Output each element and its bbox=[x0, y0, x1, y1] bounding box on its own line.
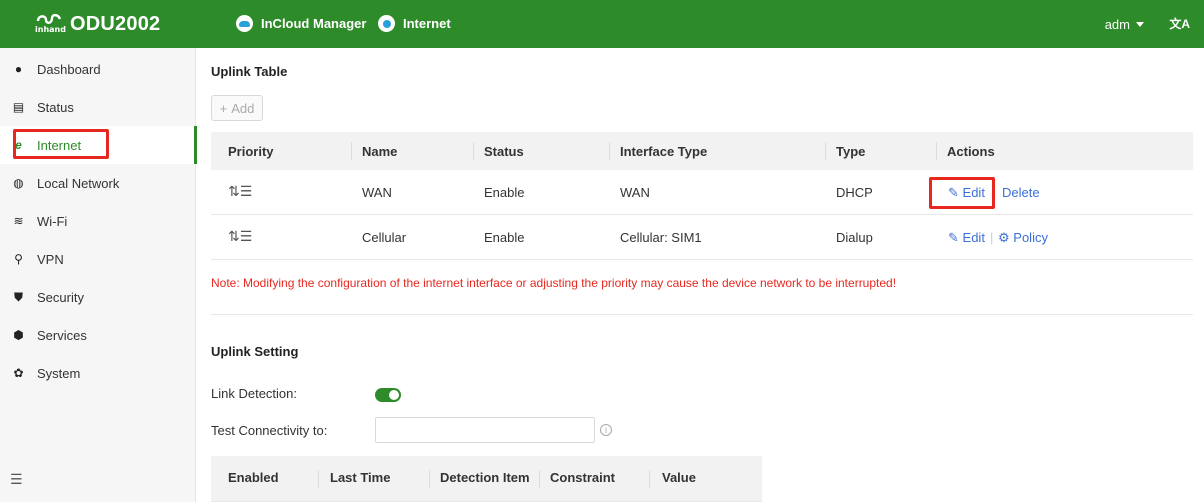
system-icon: ✿ bbox=[13, 366, 24, 380]
dashboard-icon: ● bbox=[14, 62, 23, 76]
col-name: Name bbox=[362, 143, 398, 159]
inhand-logo-icon: inhand bbox=[34, 12, 66, 36]
security-icon: ⛊ bbox=[13, 289, 23, 304]
sidebar-item-status[interactable]: ▤ Status bbox=[0, 88, 196, 126]
col-priority: Priority bbox=[228, 143, 274, 159]
test-connectivity-label: Test Connectivity to: bbox=[211, 423, 328, 438]
link-detection-label: Link Detection: bbox=[211, 386, 297, 401]
wifi-icon: ≋ bbox=[13, 214, 24, 228]
link-detection-toggle[interactable] bbox=[375, 388, 401, 402]
sidebar-item-wifi[interactable]: ≋ Wi-Fi bbox=[0, 202, 196, 240]
col-type: Type bbox=[836, 143, 866, 159]
local-network-icon: ◍ bbox=[13, 176, 24, 190]
cloud-icon bbox=[236, 15, 253, 32]
table-header: Priority Name Status Interface Type Type… bbox=[211, 132, 1193, 170]
vpn-icon: ⚲ bbox=[14, 252, 23, 266]
tab-incloud-manager[interactable]: InCloud Manager bbox=[236, 15, 366, 32]
device-name: ODU2002 bbox=[70, 12, 161, 35]
detection-table-header: Enabled Last Time Detection Item Constra… bbox=[211, 456, 762, 502]
col-interface-type: Interface Type bbox=[620, 143, 708, 159]
uplink-setting-title: Uplink Setting bbox=[211, 344, 299, 359]
highlight-internet bbox=[13, 129, 109, 159]
collapse-sidebar-icon[interactable]: ☰ bbox=[10, 471, 23, 488]
user-menu[interactable]: adm bbox=[1105, 17, 1144, 32]
table-row: ⇅☰ WAN Enable WAN DHCP ✎ Edit Delete bbox=[211, 170, 1193, 215]
sidebar-item-vpn[interactable]: ⚲ VPN bbox=[0, 240, 196, 278]
caret-down-icon bbox=[1136, 22, 1144, 27]
drag-handle-icon[interactable]: ⇅☰ bbox=[228, 183, 252, 200]
policy-cellular-button[interactable]: ⚙ Policy bbox=[998, 230, 1048, 246]
warning-note: Note: Modifying the configuration of the… bbox=[211, 276, 897, 290]
edit-cellular-button[interactable]: ✎ Edit bbox=[948, 230, 985, 246]
sidebar-item-security[interactable]: ⛊ Security bbox=[0, 278, 196, 316]
status-icon: ▤ bbox=[12, 100, 25, 114]
tab-internet[interactable]: Internet bbox=[378, 15, 451, 32]
services-icon: ⬢ bbox=[13, 328, 24, 342]
info-icon: i bbox=[600, 424, 612, 436]
table-row: ⇅☰ Cellular Enable Cellular: SIM1 Dialup… bbox=[211, 215, 1193, 260]
logo: inhand ODU2002 bbox=[34, 11, 160, 37]
col-actions: Actions bbox=[947, 143, 995, 159]
sidebar: ● Dashboard ▤ Status e Internet ◍ Local … bbox=[0, 48, 197, 502]
drag-handle-icon[interactable]: ⇅☰ bbox=[228, 228, 252, 245]
translate-icon[interactable]: 文A bbox=[1169, 15, 1190, 32]
delete-wan-button[interactable]: Delete bbox=[1002, 185, 1040, 200]
test-connectivity-input[interactable] bbox=[375, 417, 595, 443]
divider bbox=[211, 314, 1193, 315]
top-bar: inhand ODU2002 InCloud Manager Internet … bbox=[0, 0, 1204, 48]
sidebar-item-system[interactable]: ✿ System bbox=[0, 354, 196, 392]
sidebar-item-local-network[interactable]: ◍ Local Network bbox=[0, 164, 196, 202]
highlight-edit bbox=[929, 177, 995, 209]
sidebar-item-dashboard[interactable]: ● Dashboard bbox=[0, 50, 196, 88]
plus-icon: + bbox=[219, 100, 228, 116]
col-status: Status bbox=[484, 143, 524, 159]
gear-icon: ⚙ bbox=[998, 230, 1010, 245]
pencil-icon: ✎ bbox=[948, 230, 959, 245]
uplink-table-title: Uplink Table bbox=[211, 64, 288, 79]
add-button[interactable]: + Add bbox=[211, 95, 263, 121]
sidebar-item-services[interactable]: ⬢ Services bbox=[0, 316, 196, 354]
globe-dot-icon bbox=[378, 15, 395, 32]
uplink-table: Priority Name Status Interface Type Type… bbox=[211, 132, 1193, 260]
